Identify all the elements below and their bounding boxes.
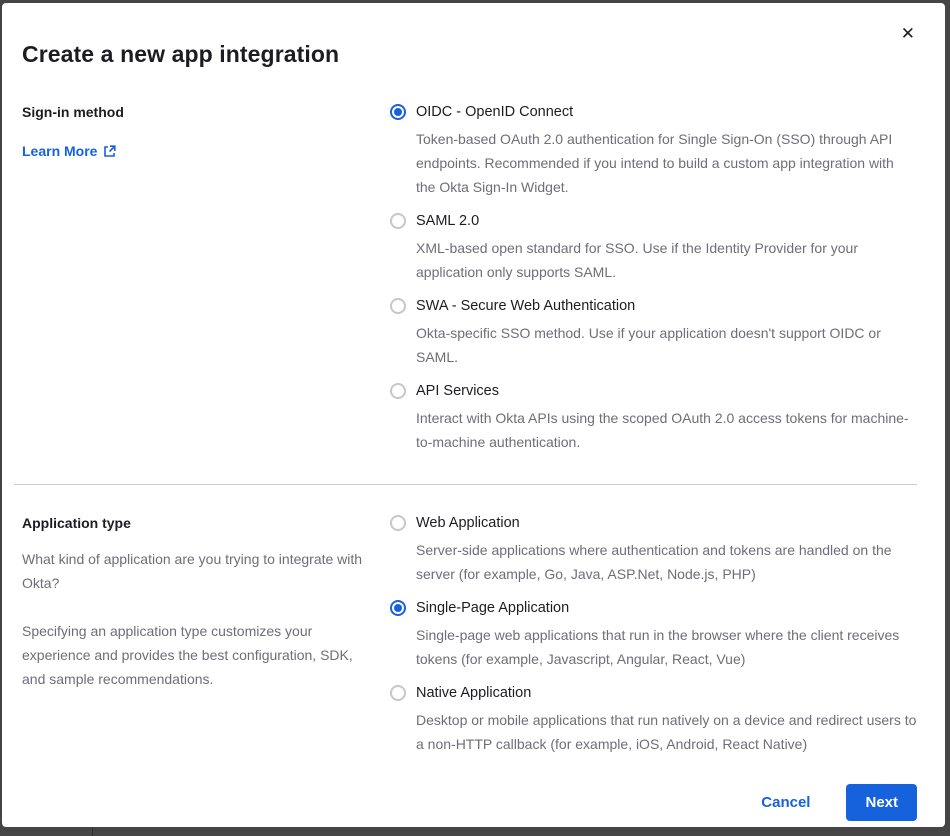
signin-option-label[interactable]: API Services <box>416 381 499 401</box>
apptype-option-spa-choice[interactable]: Single-Page Application <box>390 598 917 618</box>
signin-option-swa: SWA - Secure Web Authentication Okta-spe… <box>390 296 917 369</box>
create-app-integration-dialog: ✕ Create a new app integration Sign-in m… <box>2 3 945 827</box>
signin-option-api-services-choice[interactable]: API Services <box>390 381 917 401</box>
apptype-option-description: Single-page web applications that run in… <box>416 623 917 671</box>
apptype-option-label[interactable]: Native Application <box>416 683 531 703</box>
signin-option-saml: SAML 2.0 XML-based open standard for SSO… <box>390 211 917 284</box>
next-button[interactable]: Next <box>846 784 917 821</box>
dialog-title: Create a new app integration <box>22 41 917 68</box>
apptype-option-description: Desktop or mobile applications that run … <box>416 708 917 756</box>
apptype-option-description: Server-side applications where authentic… <box>416 538 917 586</box>
apptype-option-spa: Single-Page Application Single-page web … <box>390 598 917 671</box>
application-type-section: Application type What kind of applicatio… <box>22 513 917 756</box>
close-icon: ✕ <box>901 24 915 43</box>
cancel-button[interactable]: Cancel <box>755 793 816 812</box>
radio-button-single-page-application[interactable] <box>390 600 406 616</box>
radio-button-swa[interactable] <box>390 298 406 314</box>
signin-option-label[interactable]: SAML 2.0 <box>416 211 479 231</box>
signin-option-label[interactable]: OIDC - OpenID Connect <box>416 102 573 122</box>
signin-option-oidc-choice[interactable]: OIDC - OpenID Connect <box>390 102 917 122</box>
radio-button-oidc[interactable] <box>390 104 406 120</box>
apptype-option-label[interactable]: Web Application <box>416 513 520 533</box>
signin-option-description: Okta-specific SSO method. Use if your ap… <box>416 321 917 369</box>
radio-button-native-application[interactable] <box>390 685 406 701</box>
apptype-option-label[interactable]: Single-Page Application <box>416 598 569 618</box>
application-type-question: What kind of application are you trying … <box>22 547 378 595</box>
signin-option-description: Token-based OAuth 2.0 authentication for… <box>416 127 917 199</box>
signin-option-saml-choice[interactable]: SAML 2.0 <box>390 211 917 231</box>
apptype-option-web-choice[interactable]: Web Application <box>390 513 917 533</box>
close-button[interactable]: ✕ <box>899 23 917 44</box>
apptype-option-native-choice[interactable]: Native Application <box>390 683 917 703</box>
external-link-icon <box>103 145 116 158</box>
radio-button-web-application[interactable] <box>390 515 406 531</box>
signin-method-section: Sign-in method Learn More <box>22 102 917 454</box>
application-type-note: Specifying an application type customize… <box>22 619 378 691</box>
learn-more-link[interactable]: Learn More <box>22 143 116 159</box>
signin-option-oidc: OIDC - OpenID Connect Token-based OAuth … <box>390 102 917 199</box>
apptype-option-native: Native Application Desktop or mobile app… <box>390 683 917 756</box>
signin-option-description: Interact with Okta APIs using the scoped… <box>416 406 917 454</box>
signin-option-description: XML-based open standard for SSO. Use if … <box>416 236 917 284</box>
learn-more-label: Learn More <box>22 143 97 159</box>
backdrop-divider-line <box>92 827 93 836</box>
application-type-label: Application type <box>22 513 378 533</box>
signin-option-api-services: API Services Interact with Okta APIs usi… <box>390 381 917 454</box>
dialog-footer: Cancel Next <box>22 784 917 821</box>
radio-button-saml[interactable] <box>390 213 406 229</box>
section-divider <box>14 484 917 485</box>
apptype-option-web: Web Application Server-side applications… <box>390 513 917 586</box>
signin-option-label[interactable]: SWA - Secure Web Authentication <box>416 296 635 316</box>
signin-option-swa-choice[interactable]: SWA - Secure Web Authentication <box>390 296 917 316</box>
radio-button-api-services[interactable] <box>390 383 406 399</box>
signin-method-label: Sign-in method <box>22 102 378 122</box>
